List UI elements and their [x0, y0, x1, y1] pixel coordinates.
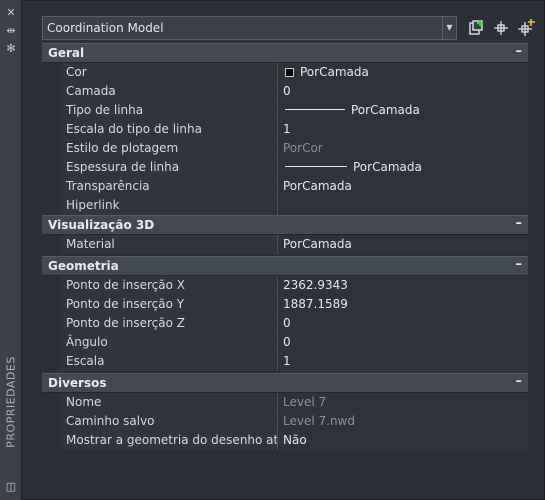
property-value[interactable]: PorCamada [279, 101, 528, 120]
property-value-text: PorCamada [353, 160, 422, 174]
property-value: Level 7.nwd [279, 412, 528, 431]
property-name: Ponto de inserção X [60, 276, 278, 295]
toolbar: Coordination Model ▼ [42, 16, 540, 42]
property-row-angulo[interactable]: Ângulo 0 [42, 333, 528, 352]
quick-select-icon[interactable] [466, 18, 486, 38]
property-value: Level 7 [279, 393, 528, 412]
collapse-icon[interactable]: – [516, 44, 523, 59]
section-geometria-header[interactable]: Geometria – [42, 256, 528, 276]
collapse-icon[interactable]: – [516, 216, 523, 231]
property-value[interactable]: PorCamada [279, 177, 528, 196]
close-icon[interactable]: ✕ [4, 6, 18, 20]
property-value[interactable]: 0 [279, 82, 528, 101]
color-swatch-icon [285, 68, 294, 77]
property-name: Espessura de linha [60, 158, 278, 177]
select-objects-icon[interactable] [491, 18, 511, 38]
property-name: Nome [60, 393, 278, 412]
property-value[interactable]: 2362.9343 [279, 276, 528, 295]
toggle-pickadd-icon[interactable] [516, 18, 536, 38]
property-row-cor[interactable]: Cor PorCamada [42, 63, 528, 82]
linetype-sample-icon [285, 109, 345, 110]
property-name: Mostrar a geometria do desenho atual [60, 431, 278, 450]
property-grid: Geral – Cor PorCamada Camada 0 Tipo de l… [42, 43, 528, 450]
property-name: Caminho salvo [60, 412, 278, 431]
palette-menu-icon[interactable]: ◫ [4, 480, 18, 494]
object-type-combo[interactable]: Coordination Model ▼ [42, 16, 457, 40]
property-row-hiperlink[interactable]: Hiperlink [42, 196, 528, 215]
property-value[interactable]: PorCamada [279, 63, 528, 82]
palette-title: PROPRIEDADES [3, 332, 19, 472]
property-row-material[interactable]: Material PorCamada [42, 235, 528, 254]
property-row-espessura-linha[interactable]: Espessura de linha PorCamada [42, 158, 528, 177]
section-geral-header[interactable]: Geral – [42, 43, 528, 63]
property-value[interactable] [279, 196, 528, 215]
property-name: Escala do tipo de linha [60, 120, 278, 139]
property-value[interactable]: 1 [279, 352, 528, 371]
property-row-escala[interactable]: Escala 1 [42, 352, 528, 371]
section-visualizacao-3d-header[interactable]: Visualização 3D – [42, 215, 528, 235]
object-type-value: Coordination Model [47, 21, 164, 35]
property-row-transparencia[interactable]: Transparência PorCamada [42, 177, 528, 196]
property-name: Ponto de inserção Y [60, 295, 278, 314]
settings-icon[interactable]: ✻ [4, 42, 18, 56]
property-row-camada[interactable]: Camada 0 [42, 82, 528, 101]
property-name: Estilo de plotagem [60, 139, 278, 158]
property-value[interactable]: PorCamada [279, 158, 528, 177]
property-value[interactable]: Não [279, 431, 528, 450]
collapse-icon[interactable]: – [516, 257, 523, 272]
property-row-caminho-salvo[interactable]: Caminho salvo Level 7.nwd [42, 412, 528, 431]
auto-hide-icon[interactable]: ⇹ [4, 24, 18, 38]
property-name: Transparência [60, 177, 278, 196]
property-value[interactable]: 0 [279, 333, 528, 352]
property-row-tipo-de-linha[interactable]: Tipo de linha PorCamada [42, 101, 528, 120]
section-title: Geometria [48, 259, 119, 273]
property-value[interactable]: 0 [279, 314, 528, 333]
palette-title-strip: ✕ ⇹ ✻ PROPRIEDADES ◫ [0, 0, 22, 500]
section-title: Diversos [48, 376, 107, 390]
properties-palette: Coordination Model ▼ Geral – Cor PorCama… [22, 0, 545, 500]
property-value-text: PorCamada [300, 65, 369, 79]
property-row-nome[interactable]: Nome Level 7 [42, 393, 528, 412]
property-name: Hiperlink [60, 196, 278, 215]
property-name: Tipo de linha [60, 101, 278, 120]
property-name: Camada [60, 82, 278, 101]
lineweight-sample-icon [285, 166, 347, 167]
chevron-down-icon[interactable]: ▼ [442, 17, 456, 39]
section-title: Visualização 3D [48, 218, 155, 232]
section-title: Geral [48, 46, 85, 60]
property-row-insercao-x[interactable]: Ponto de inserção X 2362.9343 [42, 276, 528, 295]
property-value: PorCor [279, 139, 528, 158]
property-row-estilo-plotagem[interactable]: Estilo de plotagem PorCor [42, 139, 528, 158]
property-value-text: PorCamada [351, 103, 420, 117]
property-name: Cor [60, 63, 278, 82]
property-value[interactable]: 1887.1589 [279, 295, 528, 314]
property-value[interactable]: 1 [279, 120, 528, 139]
property-row-insercao-z[interactable]: Ponto de inserção Z 0 [42, 314, 528, 333]
property-value[interactable]: PorCamada [279, 235, 528, 254]
property-row-insercao-y[interactable]: Ponto de inserção Y 1887.1589 [42, 295, 528, 314]
property-name: Material [60, 235, 278, 254]
palette-title-text: PROPRIEDADES [4, 356, 18, 448]
property-name: Escala [60, 352, 278, 371]
property-name: Ângulo [60, 333, 278, 352]
section-diversos-header[interactable]: Diversos – [42, 373, 528, 393]
property-row-mostrar-geometria[interactable]: Mostrar a geometria do desenho atual Não [42, 431, 528, 450]
property-name: Ponto de inserção Z [60, 314, 278, 333]
collapse-icon[interactable]: – [516, 374, 523, 389]
property-row-escala-tipo-linha[interactable]: Escala do tipo de linha 1 [42, 120, 528, 139]
